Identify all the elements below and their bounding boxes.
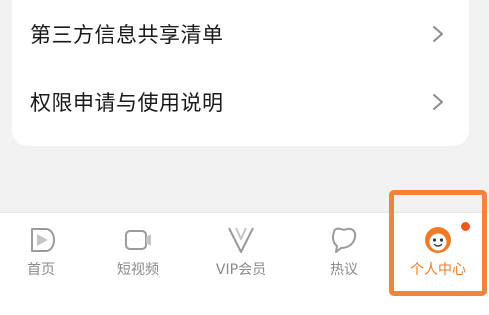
profile-face-icon xyxy=(425,227,451,253)
tab-label: VIP会员 xyxy=(215,262,267,278)
tab-label: 首页 xyxy=(27,262,55,278)
vip-v-icon xyxy=(228,227,254,253)
tab-label: 个人中心 xyxy=(410,262,466,278)
settings-row-permission-description[interactable]: 权限申请与使用说明 xyxy=(12,68,469,136)
comment-bubble-icon xyxy=(332,227,357,253)
home-play-icon xyxy=(31,228,55,252)
settings-row-label: 第三方信息共享清单 xyxy=(30,23,224,47)
tab-short-video[interactable]: 短视频 xyxy=(97,213,179,293)
tab-label: 热议 xyxy=(330,262,358,278)
tab-vip[interactable]: VIP会员 xyxy=(200,213,282,293)
settings-card: 第三方信息共享清单 权限申请与使用说明 xyxy=(12,0,469,146)
app-screen: 第三方信息共享清单 权限申请与使用说明 首页 短视频 VIP会员 热议 个人中心 xyxy=(0,0,489,315)
settings-row-label: 权限申请与使用说明 xyxy=(30,91,224,115)
tab-profile[interactable]: 个人中心 xyxy=(389,213,487,293)
video-camera-icon xyxy=(125,230,151,250)
tab-home[interactable]: 首页 xyxy=(0,213,82,293)
notification-badge-dot xyxy=(461,222,470,231)
bottom-tab-bar: 首页 短视频 VIP会员 热议 个人中心 xyxy=(0,212,489,315)
tab-label: 短视频 xyxy=(117,262,159,278)
tab-hot-discussion[interactable]: 热议 xyxy=(303,213,385,293)
chevron-right-icon xyxy=(433,94,443,110)
settings-row-third-party-sharing[interactable]: 第三方信息共享清单 xyxy=(12,0,469,68)
chevron-right-icon xyxy=(433,26,443,42)
